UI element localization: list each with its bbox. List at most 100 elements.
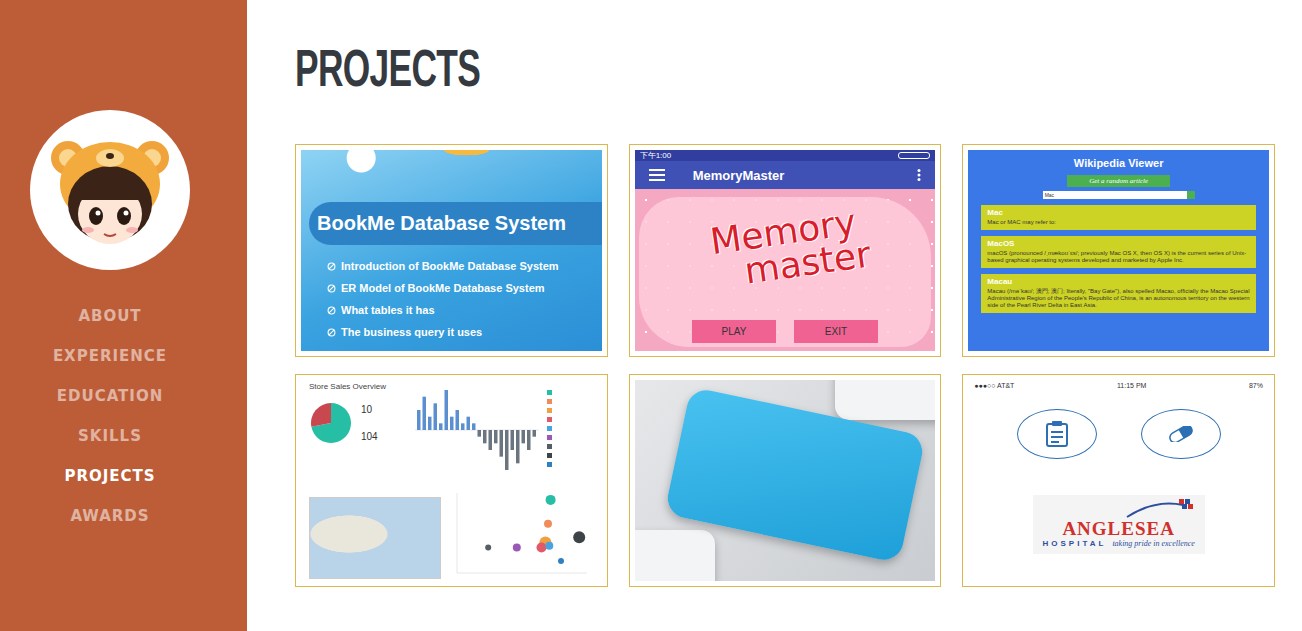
sidebar: ABOUTEXPERIENCEEDUCATIONSKILLSPROJECTSAW… xyxy=(0,0,247,631)
project-card[interactable]: Store Sales Overview 10 104 xyxy=(295,374,608,587)
scatter-point xyxy=(537,543,547,553)
bar xyxy=(489,430,493,450)
memory-logo: Memorymaster xyxy=(698,204,873,295)
search-input[interactable]: Mac xyxy=(1043,191,1187,199)
dashboard-summary: Store Sales Overview 10 104 xyxy=(309,382,405,486)
bar xyxy=(423,397,427,430)
slide-title: BookMe Database System xyxy=(309,202,602,245)
legend-swatch xyxy=(547,444,552,449)
bullet-icon xyxy=(327,262,336,271)
memory-app-preview: 下午1:00 MemoryMaster Memorymaster PLAY EXI… xyxy=(635,150,936,351)
slide-bullet: The business query it uses xyxy=(327,321,602,343)
logo-subtitle: HOSPITAL xyxy=(1043,539,1107,548)
button-row: PLAY EXIT xyxy=(692,320,878,343)
project-card[interactable]: BookMe Database System Introduction of B… xyxy=(295,144,608,357)
legend-swatch xyxy=(547,462,552,467)
bar xyxy=(450,417,454,430)
legend-swatch xyxy=(547,453,552,458)
bar xyxy=(522,430,526,443)
pill-icon xyxy=(1166,426,1196,442)
result-snippet: macOS (pronounced /ˌmækoʊˈɛs/; previousl… xyxy=(987,250,1250,264)
project-card[interactable]: 下午1:00 MemoryMaster Memorymaster PLAY EXI… xyxy=(629,144,942,357)
status-time: 11:15 PM xyxy=(1117,382,1146,389)
app-button[interactable]: EXIT xyxy=(794,320,878,343)
legend-swatch xyxy=(547,408,552,413)
slide-preview: BookMe Database System Introduction of B… xyxy=(301,150,602,351)
nav-item[interactable]: EDUCATION xyxy=(57,376,163,416)
random-button[interactable]: Get a random article xyxy=(1067,175,1170,187)
nav-item[interactable]: ABOUT xyxy=(78,296,141,336)
records-button[interactable] xyxy=(1017,409,1097,459)
bar xyxy=(439,423,443,430)
bar xyxy=(472,423,476,430)
project-card[interactable] xyxy=(629,374,942,587)
bar xyxy=(456,410,460,430)
medicine-button[interactable] xyxy=(1141,409,1221,459)
logo-name: ANGLESEA xyxy=(1062,519,1175,539)
carrier: ●●●○○ AT&T xyxy=(974,382,1014,389)
status-icons xyxy=(898,152,930,159)
more-icon[interactable] xyxy=(917,169,921,181)
scatter-point xyxy=(513,544,521,552)
scatter-point xyxy=(558,558,564,564)
hospital-logo: ANGLESEA HOSPITAL taking pride in excell… xyxy=(1033,495,1205,554)
bar xyxy=(494,430,498,443)
slide-bullet: What tables it has xyxy=(327,299,602,321)
nav-item[interactable]: SKILLS xyxy=(78,416,142,456)
app-bar: MemoryMaster xyxy=(635,161,936,189)
menu-icons xyxy=(1017,409,1221,459)
app-title: MemoryMaster xyxy=(693,168,890,183)
logo-panel: Memorymaster PLAY EXIT xyxy=(639,197,932,347)
battery: 87% xyxy=(1249,382,1263,389)
slide-bullets: Introduction of BookMe Database System E… xyxy=(301,255,602,343)
bullet-icon xyxy=(327,306,336,315)
search-go-icon[interactable] xyxy=(1187,191,1195,199)
project-card[interactable]: ●●●○○ AT&T 11:15 PM 87% ANGLESEA HOSPITA… xyxy=(962,374,1275,587)
pie-slice xyxy=(311,403,331,427)
slide-decoration xyxy=(301,150,602,190)
status-bar: ●●●○○ AT&T 11:15 PM 87% xyxy=(968,380,1269,391)
nav-item[interactable]: AWARDS xyxy=(70,496,149,536)
legend-swatch xyxy=(547,426,552,431)
portfolio-page: ABOUTEXPERIENCEEDUCATIONSKILLSPROJECTSAW… xyxy=(0,0,1302,631)
result-card[interactable]: Macau Macau (/məˈkaʊ/; 澳門; 澳门; literally… xyxy=(981,274,1256,313)
bar xyxy=(467,417,471,430)
sidebar-nav: ABOUTEXPERIENCEEDUCATIONSKILLSPROJECTSAW… xyxy=(53,296,167,536)
section-title: PROJECTS xyxy=(295,32,1275,104)
menu-icon[interactable] xyxy=(649,169,665,181)
app-button[interactable]: PLAY xyxy=(692,320,776,343)
slide-bullet: Introduction of BookMe Database System xyxy=(327,255,602,277)
dashboard-preview: Store Sales Overview 10 104 xyxy=(301,380,602,581)
pie-chart xyxy=(309,401,353,445)
result-title: Macau xyxy=(987,277,1250,286)
kpi-value: 10 xyxy=(361,404,378,415)
scatter-point xyxy=(573,531,585,543)
project-card[interactable]: Wikipedia Viewer Get a random article Ma… xyxy=(962,144,1275,357)
bar xyxy=(527,430,531,450)
hospital-app-preview: ●●●○○ AT&T 11:15 PM 87% ANGLESEA HOSPITA… xyxy=(968,380,1269,581)
chart-legend xyxy=(547,382,552,486)
scatter-point xyxy=(544,520,552,528)
nav-item[interactable]: EXPERIENCE xyxy=(53,336,167,376)
result-card[interactable]: MacOS macOS (pronounced /ˌmækoʊˈɛs/; pre… xyxy=(981,236,1256,268)
dashboard-title: Store Sales Overview xyxy=(309,382,405,391)
bar xyxy=(478,430,482,437)
result-card[interactable]: Mac Mac or MAC may refer to: xyxy=(981,205,1256,230)
dashboard-bottom xyxy=(309,486,594,579)
bar xyxy=(417,410,421,430)
bullet-icon xyxy=(327,328,336,337)
clipboard-icon xyxy=(1045,421,1069,447)
map-image xyxy=(309,497,441,579)
legend-swatch xyxy=(547,435,552,440)
app-title: Wikipedia Viewer xyxy=(1074,157,1164,169)
logo-tagline: taking pride in excellence xyxy=(1112,539,1194,548)
bar xyxy=(445,390,449,430)
bar xyxy=(511,430,515,450)
bar xyxy=(428,417,432,430)
scatter-point xyxy=(546,495,556,505)
bar xyxy=(516,430,520,463)
status-bar: 下午1:00 xyxy=(635,150,936,161)
nav-item[interactable]: PROJECTS xyxy=(64,456,155,496)
search-row: Mac xyxy=(1043,191,1195,199)
kpi-value: 104 xyxy=(361,431,378,442)
